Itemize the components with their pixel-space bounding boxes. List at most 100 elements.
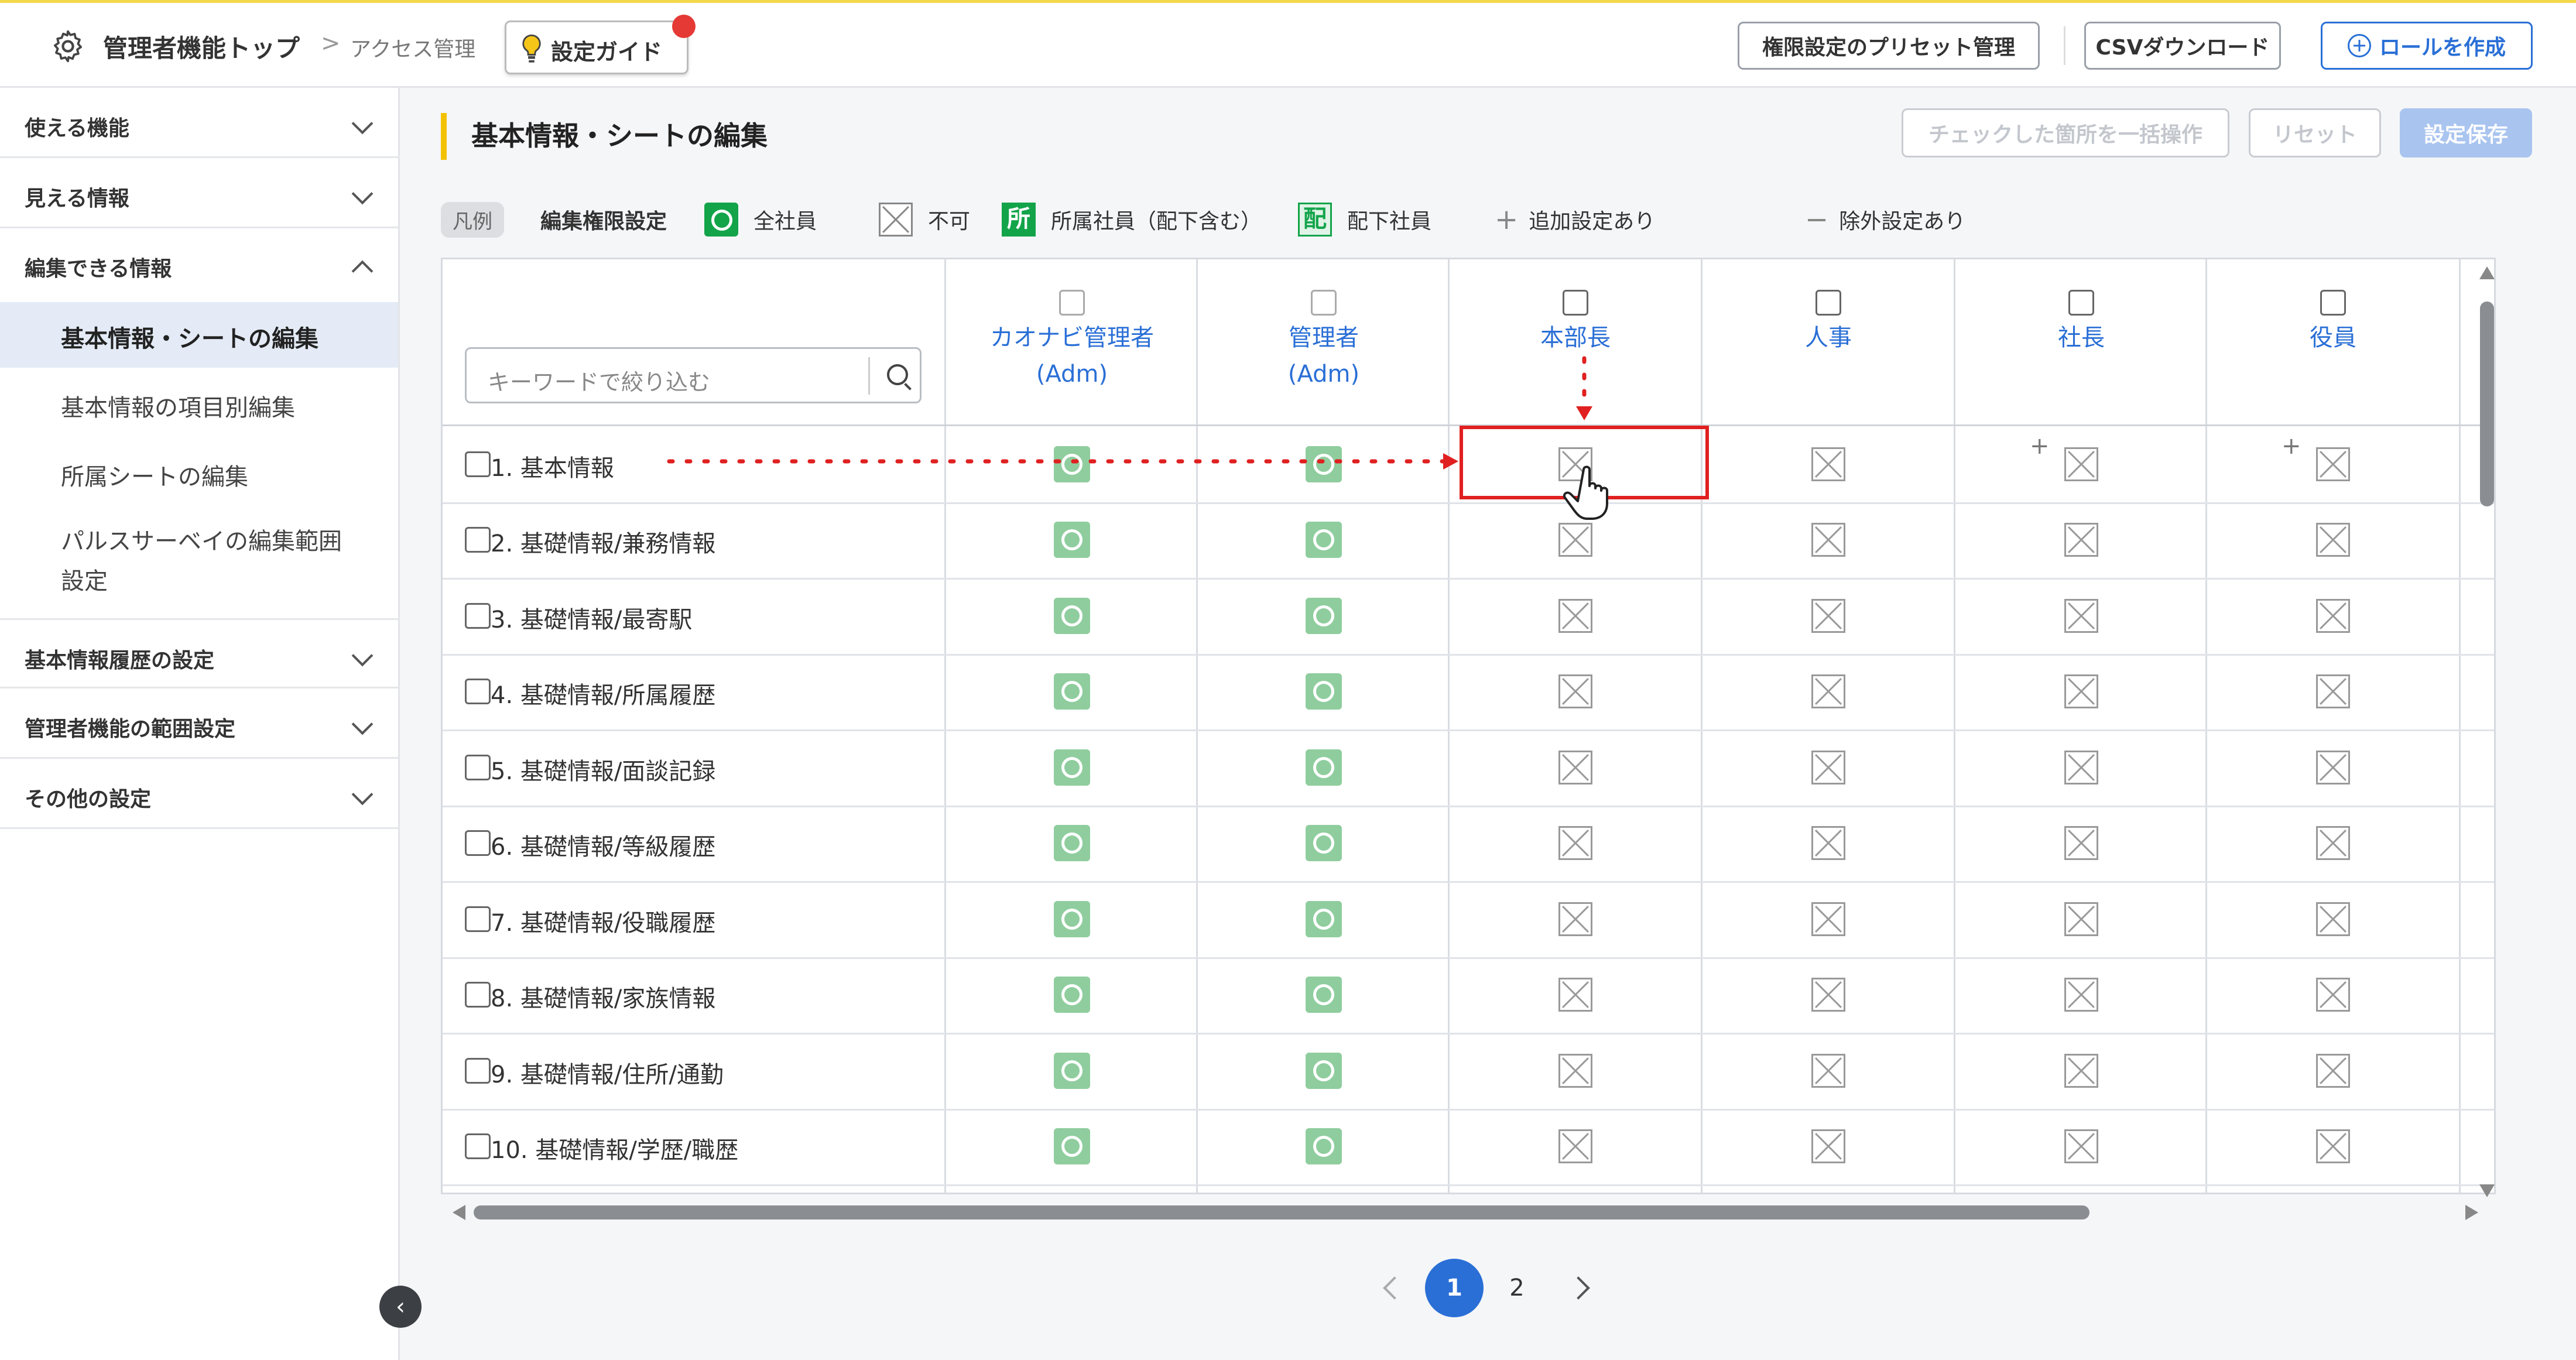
all-employees-cell-icon[interactable] <box>1054 749 1090 786</box>
not-allowed-cell-icon[interactable] <box>1558 750 1592 785</box>
not-allowed-cell-icon[interactable] <box>2064 447 2098 481</box>
not-allowed-cell-icon[interactable] <box>1558 674 1592 709</box>
not-allowed-cell-icon[interactable] <box>1558 902 1592 936</box>
all-employees-cell-icon[interactable] <box>1054 1052 1090 1089</box>
sidebar-item-basic-info-sheet-edit[interactable]: 基本情報・シートの編集 <box>0 302 398 368</box>
bulk-operation-button[interactable]: チェックした箇所を一括操作 <box>1902 108 2229 157</box>
save-settings-button[interactable]: 設定保存 <box>2400 108 2532 157</box>
column-name[interactable]: 人事 <box>1703 320 1954 355</box>
scroll-down-arrow[interactable] <box>2479 1184 2495 1197</box>
row-select-checkbox[interactable] <box>465 906 491 932</box>
not-allowed-cell-icon[interactable] <box>2316 523 2350 557</box>
not-allowed-cell-icon[interactable] <box>1558 978 1592 1012</box>
all-employees-cell-icon[interactable] <box>1306 749 1342 786</box>
not-allowed-cell-icon[interactable] <box>1811 902 1845 936</box>
all-employees-cell-icon[interactable] <box>1054 446 1090 482</box>
not-allowed-cell-icon[interactable] <box>1811 1129 1845 1164</box>
all-employees-cell-icon[interactable] <box>1306 446 1342 482</box>
not-allowed-cell-icon[interactable] <box>1811 1053 1845 1088</box>
keyword-search-input[interactable]: キーワードで絞り込む <box>465 347 922 403</box>
row-select-checkbox[interactable] <box>465 1057 491 1084</box>
sidebar-section-usable-features[interactable]: 使える機能 <box>0 88 398 158</box>
column-select-checkbox[interactable] <box>1815 290 1841 316</box>
not-allowed-cell-icon[interactable] <box>1558 598 1592 633</box>
not-allowed-cell-icon[interactable] <box>2064 1053 2098 1088</box>
sidebar-section-editable-info[interactable]: 編集できる情報 <box>0 228 398 293</box>
not-allowed-cell-icon[interactable] <box>2064 978 2098 1012</box>
pagination-next-icon[interactable] <box>1567 1276 1590 1300</box>
not-allowed-cell-icon[interactable] <box>2064 902 2098 936</box>
search-icon[interactable] <box>887 364 908 385</box>
not-allowed-cell-icon[interactable] <box>1558 447 1592 481</box>
sidebar-item-basic-info-field-edit[interactable]: 基本情報の項目別編集 <box>0 371 398 437</box>
sidebar-item-pulse-survey-range[interactable]: パルスサーベイの編集範囲 設定 <box>0 509 398 609</box>
all-employees-cell-icon[interactable] <box>1306 900 1342 937</box>
row-select-checkbox[interactable] <box>465 982 491 1008</box>
all-employees-cell-icon[interactable] <box>1054 825 1090 862</box>
scroll-left-arrow[interactable] <box>453 1205 465 1220</box>
column-name[interactable]: 役員 <box>2207 320 2459 355</box>
gear-icon[interactable] <box>49 28 87 65</box>
not-allowed-cell-icon[interactable] <box>1558 1053 1592 1088</box>
not-allowed-cell-icon[interactable] <box>2064 598 2098 633</box>
all-employees-cell-icon[interactable] <box>1054 597 1090 634</box>
pagination-page-2[interactable]: 2 <box>1488 1259 1546 1317</box>
preset-management-button[interactable]: 権限設定のプリセット管理 <box>1738 22 2040 70</box>
all-employees-cell-icon[interactable] <box>1306 825 1342 862</box>
scroll-right-arrow[interactable] <box>2465 1205 2478 1220</box>
scroll-up-arrow[interactable] <box>2479 266 2495 279</box>
all-employees-cell-icon[interactable] <box>1054 673 1090 710</box>
not-allowed-cell-icon[interactable] <box>2316 674 2350 709</box>
all-employees-cell-icon[interactable] <box>1306 1052 1342 1089</box>
all-employees-cell-icon[interactable] <box>1054 900 1090 937</box>
all-employees-cell-icon[interactable] <box>1306 977 1342 1013</box>
not-allowed-cell-icon[interactable] <box>2316 447 2350 481</box>
column-select-checkbox[interactable] <box>2320 290 2346 316</box>
not-allowed-cell-icon[interactable] <box>1811 674 1845 709</box>
not-allowed-cell-icon[interactable] <box>2316 598 2350 633</box>
row-select-checkbox[interactable] <box>465 602 491 629</box>
csv-download-button[interactable]: CSVダウンロード <box>2084 22 2281 70</box>
not-allowed-cell-icon[interactable] <box>2316 1053 2350 1088</box>
sidebar-section-other-settings[interactable]: その他の設定 <box>0 759 398 829</box>
all-employees-cell-icon[interactable] <box>1306 522 1342 559</box>
sidebar-section-visible-info[interactable]: 見える情報 <box>0 158 398 228</box>
setup-guide-button[interactable]: 設定ガイド <box>505 20 688 74</box>
row-select-checkbox[interactable] <box>465 679 491 705</box>
column-select-checkbox[interactable] <box>1059 290 1085 316</box>
column-name[interactable]: 社長 <box>1955 320 2207 355</box>
column-select-checkbox[interactable] <box>1563 290 1588 316</box>
column-name[interactable]: 管理者 <box>1198 320 1450 355</box>
column-name[interactable]: カオナビ管理者 <box>946 320 1198 355</box>
not-allowed-cell-icon[interactable] <box>1811 598 1845 633</box>
not-allowed-cell-icon[interactable] <box>2064 674 2098 709</box>
sidebar-item-affiliation-sheet-edit[interactable]: 所属シートの編集 <box>0 440 398 506</box>
scroll-thumb-vertical[interactable] <box>2480 302 2494 506</box>
not-allowed-cell-icon[interactable] <box>2316 750 2350 785</box>
not-allowed-cell-icon[interactable] <box>2316 826 2350 861</box>
not-allowed-cell-icon[interactable] <box>1811 826 1845 861</box>
horizontal-scrollbar[interactable] <box>453 1203 2478 1221</box>
column-select-checkbox[interactable] <box>1311 290 1337 316</box>
not-allowed-cell-icon[interactable] <box>1811 523 1845 557</box>
not-allowed-cell-icon[interactable] <box>2316 978 2350 1012</box>
row-select-checkbox[interactable] <box>465 527 491 553</box>
all-employees-cell-icon[interactable] <box>1306 673 1342 710</box>
create-role-button[interactable]: ロールを作成 <box>2321 22 2533 70</box>
row-select-checkbox[interactable] <box>465 1133 491 1160</box>
row-select-checkbox[interactable] <box>465 451 491 477</box>
column-name[interactable]: 本部長 <box>1450 320 1701 355</box>
not-allowed-cell-icon[interactable] <box>1558 1129 1592 1164</box>
column-select-checkbox[interactable] <box>2068 290 2094 316</box>
not-allowed-cell-icon[interactable] <box>2316 902 2350 936</box>
not-allowed-cell-icon[interactable] <box>1811 978 1845 1012</box>
not-allowed-cell-icon[interactable] <box>2316 1129 2350 1164</box>
pagination-prev-icon[interactable] <box>1383 1276 1406 1300</box>
not-allowed-cell-icon[interactable] <box>2064 826 2098 861</box>
all-employees-cell-icon[interactable] <box>1054 522 1090 559</box>
row-select-checkbox[interactable] <box>465 754 491 780</box>
not-allowed-cell-icon[interactable] <box>1558 523 1592 557</box>
all-employees-cell-icon[interactable] <box>1054 977 1090 1013</box>
all-employees-cell-icon[interactable] <box>1306 1128 1342 1165</box>
not-allowed-cell-icon[interactable] <box>2064 750 2098 785</box>
